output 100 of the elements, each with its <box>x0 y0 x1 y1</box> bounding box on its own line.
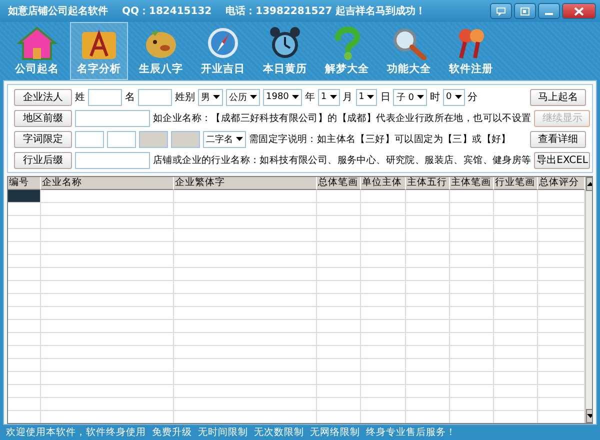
field-label-button[interactable]: 行业后缀 <box>14 152 72 168</box>
table-cell[interactable] <box>494 372 538 385</box>
table-cell[interactable] <box>450 346 494 359</box>
table-cell[interactable] <box>494 281 538 294</box>
table-cell[interactable] <box>450 229 494 242</box>
table-cell[interactable] <box>538 281 585 294</box>
table-cell[interactable] <box>361 307 406 320</box>
table-cell[interactable] <box>8 255 41 268</box>
table-cell[interactable] <box>494 268 538 281</box>
minimize-button[interactable] <box>538 3 560 19</box>
table-cell[interactable] <box>406 281 450 294</box>
table-cell[interactable] <box>41 229 174 242</box>
table-cell[interactable] <box>494 229 538 242</box>
table-cell[interactable] <box>406 333 450 346</box>
table-cell[interactable] <box>538 268 585 281</box>
column-header[interactable]: 单位主体 <box>361 177 406 190</box>
table-cell[interactable] <box>494 333 538 346</box>
table-cell[interactable] <box>174 281 317 294</box>
column-header[interactable]: 总体评分 <box>538 177 585 190</box>
field-label-button[interactable]: 企业法人 <box>14 88 72 106</box>
dropdown[interactable]: 二字名 <box>203 130 246 148</box>
table-cell[interactable] <box>8 268 41 281</box>
table-cell[interactable] <box>41 346 174 359</box>
table-cell[interactable] <box>406 294 450 307</box>
table-cell[interactable] <box>406 268 450 281</box>
table-cell[interactable] <box>361 268 406 281</box>
table-cell[interactable] <box>450 203 494 216</box>
table-cell[interactable] <box>406 203 450 216</box>
table-cell[interactable] <box>494 307 538 320</box>
chat-button[interactable] <box>490 3 512 19</box>
table-cell[interactable] <box>361 229 406 242</box>
table-cell[interactable] <box>538 333 585 346</box>
table-cell[interactable] <box>174 372 317 385</box>
table-cell[interactable] <box>8 398 41 411</box>
field-label-button[interactable]: 字词限定 <box>14 130 72 148</box>
table-cell[interactable] <box>174 320 317 333</box>
table-cell[interactable] <box>8 359 41 372</box>
table-cell[interactable] <box>450 255 494 268</box>
dropdown[interactable]: 公历 <box>226 88 260 106</box>
table-cell[interactable] <box>361 216 406 229</box>
table-cell[interactable] <box>8 372 41 385</box>
table-cell[interactable] <box>41 255 174 268</box>
column-header[interactable]: 编号 <box>8 177 41 190</box>
table-cell[interactable] <box>450 359 494 372</box>
table-cell[interactable] <box>41 242 174 255</box>
table-cell[interactable] <box>494 216 538 229</box>
dropdown[interactable]: 1 <box>356 88 378 106</box>
table-cell[interactable] <box>361 281 406 294</box>
table-cell[interactable] <box>406 398 450 411</box>
table-cell[interactable] <box>174 229 317 242</box>
table-cell[interactable] <box>406 385 450 398</box>
table-cell[interactable] <box>317 229 361 242</box>
table-cell[interactable] <box>361 294 406 307</box>
table-cell[interactable] <box>450 281 494 294</box>
table-cell[interactable] <box>450 216 494 229</box>
table-cell[interactable] <box>8 229 41 242</box>
table-cell[interactable] <box>8 216 41 229</box>
dropdown[interactable]: 子 0 <box>393 88 427 106</box>
action-button[interactable]: 导出EXCEL <box>534 152 590 168</box>
table-cell[interactable] <box>317 294 361 307</box>
table-cell[interactable] <box>538 242 585 255</box>
input-field[interactable] <box>75 130 104 148</box>
table-cell[interactable] <box>450 190 494 203</box>
table-cell[interactable] <box>538 216 585 229</box>
table-cell[interactable] <box>494 190 538 203</box>
table-cell[interactable] <box>406 307 450 320</box>
table-cell[interactable] <box>174 307 317 320</box>
table-cell[interactable] <box>317 255 361 268</box>
input-field[interactable] <box>138 88 172 106</box>
column-header[interactable]: 企业名称 <box>41 177 174 190</box>
table-cell[interactable] <box>406 255 450 268</box>
table-cell[interactable] <box>174 255 317 268</box>
field-label-button[interactable]: 地区前缀 <box>14 110 72 126</box>
table-cell[interactable] <box>8 333 41 346</box>
table-cell[interactable] <box>174 242 317 255</box>
table-cell[interactable] <box>8 294 41 307</box>
table-cell[interactable] <box>8 320 41 333</box>
input-field[interactable] <box>75 152 150 168</box>
table-cell[interactable] <box>450 307 494 320</box>
table-cell[interactable] <box>538 385 585 398</box>
table-cell[interactable] <box>406 346 450 359</box>
table-cell[interactable] <box>8 242 41 255</box>
action-button[interactable]: 查看详细 <box>530 130 586 148</box>
table-cell[interactable] <box>450 333 494 346</box>
table-cell[interactable] <box>361 359 406 372</box>
column-header[interactable]: 行业笔画 <box>494 177 538 190</box>
table-cell[interactable] <box>406 216 450 229</box>
table-cell[interactable] <box>8 307 41 320</box>
table-cell[interactable] <box>174 216 317 229</box>
table-cell[interactable] <box>361 203 406 216</box>
table-cell[interactable] <box>361 320 406 333</box>
table-cell[interactable] <box>174 385 317 398</box>
table-cell[interactable] <box>317 216 361 229</box>
table-cell[interactable] <box>361 372 406 385</box>
table-cell[interactable] <box>174 346 317 359</box>
table-cell[interactable] <box>174 359 317 372</box>
table-cell[interactable] <box>317 398 361 411</box>
table-cell[interactable] <box>41 268 174 281</box>
table-cell[interactable] <box>317 346 361 359</box>
table-cell[interactable] <box>41 372 174 385</box>
